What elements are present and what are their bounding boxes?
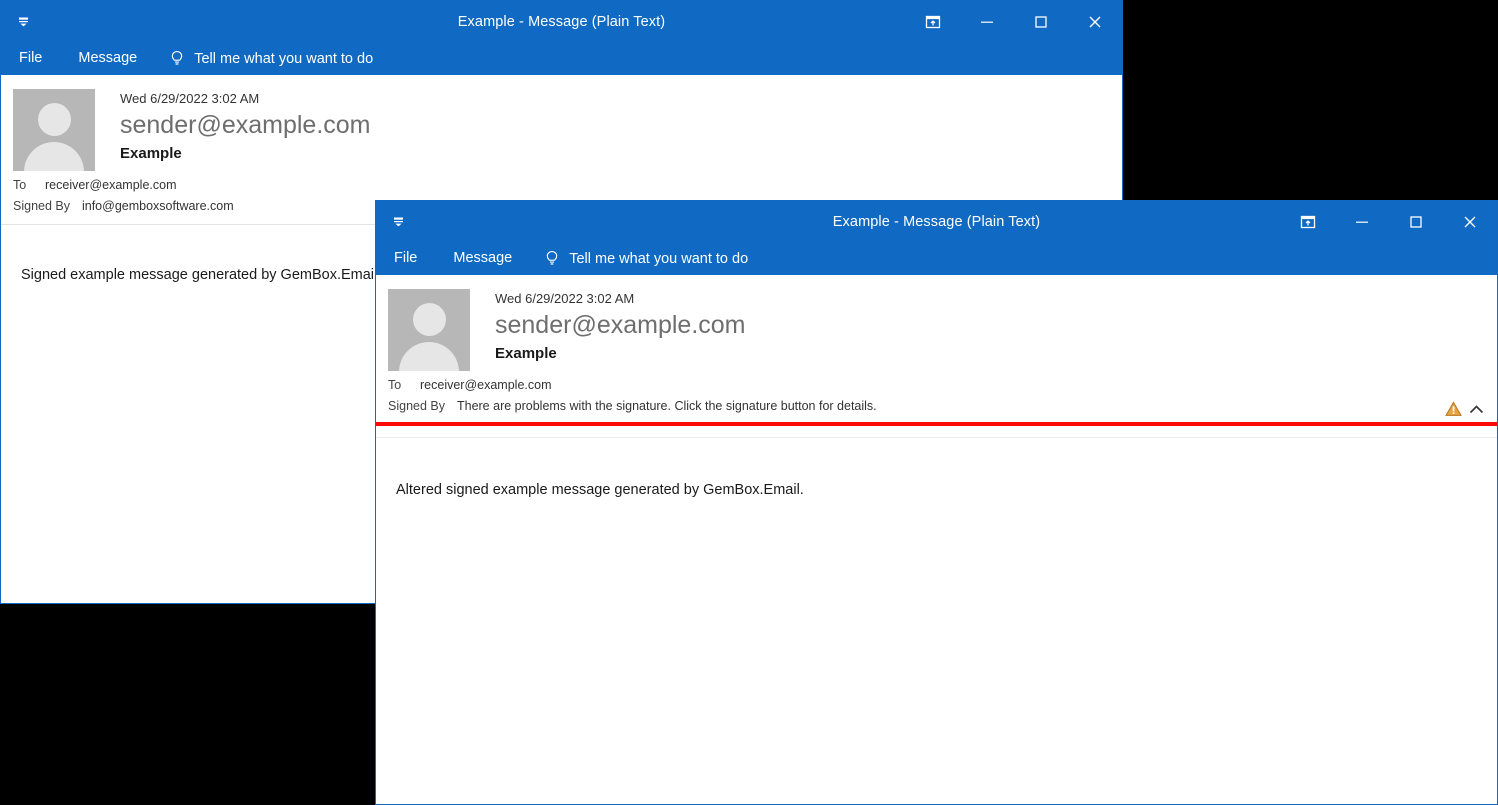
close-icon[interactable] [1068,1,1122,42]
signed-by-label: Signed By [388,399,445,413]
sender-address[interactable]: sender@example.com [495,309,746,342]
minimize-icon[interactable] [1335,201,1389,242]
recipient-row: To receiver@example.com [1,178,1122,192]
tab-message[interactable]: Message [60,42,155,75]
signature-warning-group[interactable] [1445,401,1485,417]
header-divider [376,437,1497,438]
signed-by-row: Signed By There are problems with the si… [376,399,1497,413]
pop-out-icon[interactable] [906,1,960,42]
lightbulb-icon [544,250,560,268]
tab-message[interactable]: Message [435,242,530,275]
avatar-head [413,303,446,336]
tell-me-search[interactable]: Tell me what you want to do [155,50,373,68]
avatar [388,289,470,371]
to-value[interactable]: receiver@example.com [45,178,176,192]
avatar-body [399,342,459,371]
signature-error-bar [376,422,1497,426]
message-header: Wed 6/29/2022 3:02 AM sender@example.com… [376,275,1497,438]
to-label: To [388,378,416,392]
maximize-icon[interactable] [1389,201,1443,242]
warning-triangle-icon [1445,401,1462,417]
avatar [13,89,95,171]
lightbulb-icon [169,50,185,68]
quick-access-toolbar-dropdown-icon[interactable] [376,201,420,242]
window-controls[interactable] [906,1,1122,42]
titlebar[interactable]: Example - Message (Plain Text) [376,201,1497,242]
ribbon[interactable]: File Message Tell me what you want to do [376,242,1497,275]
tab-file[interactable]: File [1,42,60,75]
avatar-body [24,142,84,171]
tell-me-search[interactable]: Tell me what you want to do [530,250,748,268]
message-subject: Example [495,343,746,365]
message-subject: Example [120,143,371,165]
signed-by-value[interactable]: info@gemboxsoftware.com [82,199,234,213]
quick-access-toolbar-dropdown-icon[interactable] [1,1,45,42]
tab-file[interactable]: File [376,242,435,275]
message-window-altered[interactable]: Example - Message (Plain Text) [375,200,1498,805]
recipient-row: To receiver@example.com [376,378,1497,392]
avatar-head [38,103,71,136]
maximize-icon[interactable] [1014,1,1068,42]
tell-me-label: Tell me what you want to do [569,251,748,267]
pop-out-icon[interactable] [1281,201,1335,242]
message-date: Wed 6/29/2022 3:02 AM [120,90,371,107]
desktop-background: Example - Message (Plain Text) [0,0,1498,805]
ribbon[interactable]: File Message Tell me what you want to do [1,42,1122,75]
chevron-up-icon [1468,403,1485,416]
signed-by-label: Signed By [13,199,70,213]
sender-address[interactable]: sender@example.com [120,109,371,142]
minimize-icon[interactable] [960,1,1014,42]
close-icon[interactable] [1443,201,1497,242]
to-label: To [13,178,41,192]
to-value[interactable]: receiver@example.com [420,378,551,392]
tell-me-label: Tell me what you want to do [194,51,373,67]
window-controls[interactable] [1281,201,1497,242]
titlebar[interactable]: Example - Message (Plain Text) [1,1,1122,42]
message-date: Wed 6/29/2022 3:02 AM [495,290,746,307]
message-body: Altered signed example message generated… [376,438,1497,804]
signature-problem-message[interactable]: There are problems with the signature. C… [457,399,877,413]
